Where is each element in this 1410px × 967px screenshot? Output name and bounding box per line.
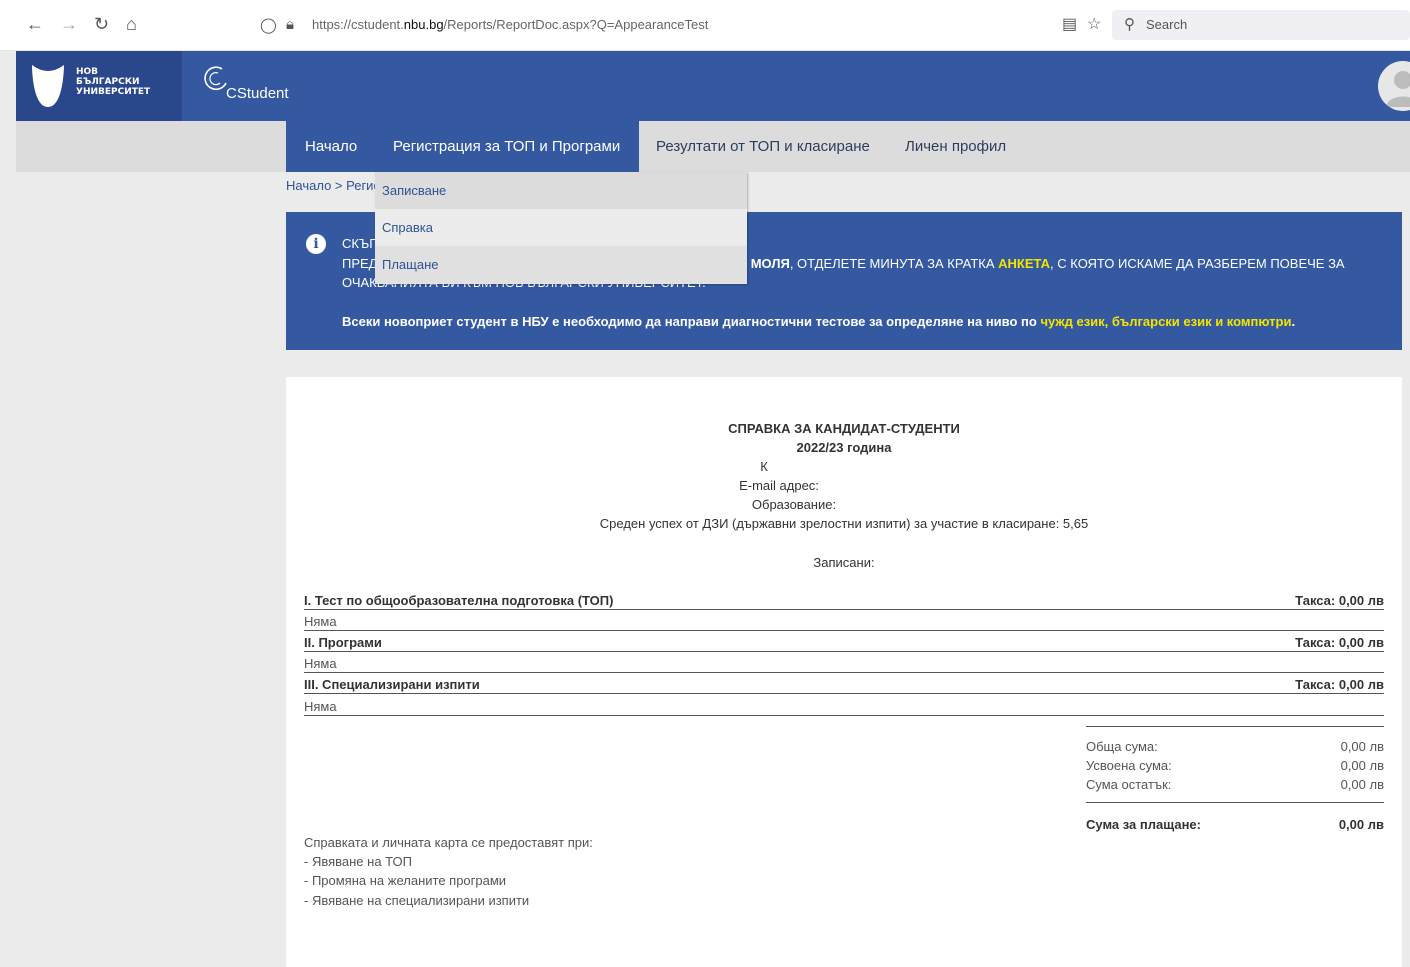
logo-text: НОВ БЪЛГАРСКИ УНИВЕРСИТЕТ <box>76 67 151 97</box>
section-programs-title: II. Програми <box>304 635 382 650</box>
section-top-title: I. Тест по общообразователна подготовка … <box>304 593 614 608</box>
amount-due-label: Сума за плащане: <box>1086 817 1201 832</box>
summary-divider <box>1086 802 1384 803</box>
section-programs-value: Няма <box>304 656 337 671</box>
url-text[interactable]: https://cstudent.nbu.bg/Reports/ReportDo… <box>312 17 708 32</box>
search-box[interactable]: ⚲ Search <box>1112 10 1410 40</box>
nbu-logo-icon <box>32 65 64 107</box>
reader-view-icon[interactable]: ▤ <box>1062 14 1077 34</box>
browser-toolbar: ← → ↻ ⌂ ◯ 🔒︎ https://cstudent.nbu.bg/Rep… <box>0 0 1410 51</box>
info-icon: i <box>306 234 326 254</box>
total-value: 0,00 лв <box>1340 739 1384 754</box>
app-name: CStudent <box>226 85 289 102</box>
candidate-name: К <box>760 459 768 474</box>
report-panel: СПРАВКА ЗА КАНДИДАТ-СТУДЕНТИ 2022/23 год… <box>286 377 1402 967</box>
section-top-value: Няма <box>304 614 337 629</box>
back-arrow-icon[interactable]: ← <box>26 14 44 35</box>
main-menu: Начало Регистрация за ТОП и Програми Рез… <box>16 121 1410 172</box>
user-avatar[interactable] <box>1378 61 1410 111</box>
section-exams-fee: Такса: 0,00 лв <box>1295 677 1384 692</box>
registration-dropdown: Записване Справка Плащане <box>375 172 747 284</box>
note-line: - Явяване на ТОП <box>304 854 412 869</box>
note-line: - Промяна на желаните програми <box>304 873 507 888</box>
search-placeholder[interactable]: Search <box>1146 17 1187 32</box>
divider <box>304 715 1384 716</box>
enrolled-label: Записани: <box>813 555 875 570</box>
divider <box>304 651 1384 652</box>
amount-due-value: 0,00 лв <box>1338 817 1384 832</box>
forward-arrow-icon[interactable]: → <box>60 14 78 35</box>
home-icon[interactable]: ⌂ <box>126 14 137 35</box>
nbu-logo[interactable]: НОВ БЪЛГАРСКИ УНИВЕРСИТЕТ <box>16 51 182 121</box>
shield-icon: ◯ <box>260 17 277 34</box>
menu-item-results[interactable]: Резултати от ТОП и класиране <box>637 121 889 172</box>
report-year: 2022/23 година <box>796 440 892 455</box>
survey-link[interactable]: АНКЕТА <box>998 256 1050 271</box>
banner-line-4: Всеки новоприет студент в НБУ е необходи… <box>342 314 1296 329</box>
lock-icon: 🔒︎ <box>286 16 294 33</box>
total-label: Обща сума: <box>1086 739 1158 754</box>
dropdown-item-enroll[interactable]: Записване <box>375 172 747 209</box>
email-label: E-mail адрес: <box>739 478 819 493</box>
site-header: НОВ БЪЛГАРСКИ УНИВЕРСИТЕТ CStudent <box>16 51 1410 121</box>
search-icon: ⚲ <box>1124 16 1135 33</box>
divider <box>304 609 1384 610</box>
menu-item-home[interactable]: Начало <box>286 121 377 172</box>
banner-line-1: СКЪП <box>342 236 379 251</box>
section-top-fee: Такса: 0,00 лв <box>1295 593 1384 608</box>
section-exams-title: III. Специализирани изпити <box>304 677 480 692</box>
divider <box>304 672 1384 673</box>
divider <box>304 693 1384 694</box>
note-line: Справката и личната карта се предоставят… <box>304 835 593 850</box>
section-programs-fee: Такса: 0,00 лв <box>1295 635 1384 650</box>
bookmark-star-icon[interactable]: ☆ <box>1087 14 1101 34</box>
address-bar[interactable]: ◯ 🔒︎ https://cstudent.nbu.bg/Reports/Rep… <box>250 10 1030 40</box>
dropdown-item-report[interactable]: Справка <box>375 209 747 246</box>
summary-divider <box>1086 726 1384 727</box>
diagnostic-tests-link[interactable]: чужд език, български език и компютри <box>1040 314 1291 329</box>
note-line: - Явяване на специализирани изпити <box>304 893 530 908</box>
absorbed-value: 0,00 лв <box>1340 758 1384 773</box>
education-label: Образование: <box>751 497 837 512</box>
divider <box>304 630 1384 631</box>
absorbed-label: Усвоена сума: <box>1086 758 1172 773</box>
menu-item-registration[interactable]: Регистрация за ТОП и Програми <box>374 121 640 172</box>
remainder-value: 0,00 лв <box>1340 777 1384 792</box>
menu-item-profile[interactable]: Личен профил <box>886 121 1025 172</box>
section-exams-value: Няма <box>304 699 337 714</box>
breadcrumb[interactable]: Начало > Регис <box>286 178 380 193</box>
report-title: СПРАВКА ЗА КАНДИДАТ-СТУДЕНТИ <box>728 421 960 436</box>
average-grade: Среден успех от ДЗИ (държавни зрелостни … <box>599 516 1089 531</box>
reload-icon[interactable]: ↻ <box>94 14 109 35</box>
user-icon <box>1386 71 1410 107</box>
dropdown-item-payment[interactable]: Плащане <box>375 246 747 283</box>
remainder-label: Сума остатък: <box>1086 777 1172 792</box>
left-column <box>16 172 270 967</box>
